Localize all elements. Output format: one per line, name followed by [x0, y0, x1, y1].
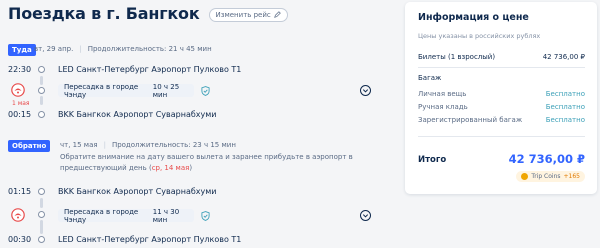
change-trip-button[interactable]: Изменить рейс [208, 7, 288, 22]
timeline-line [40, 96, 43, 105]
coins-value: +165 [563, 173, 580, 180]
price-info-card: Информация о цене Цены указаны в российс… [405, 2, 597, 194]
outbound-transfer-duration: 10 ч 25 мин [152, 82, 180, 99]
outbound-expand-button[interactable] [360, 85, 371, 96]
baggage-row: Личная вещь Бесплатно [418, 90, 585, 98]
arrival-dot [38, 111, 45, 118]
return-expand-button[interactable] [360, 210, 371, 221]
notice-end: ) [189, 164, 193, 172]
outbound-transfer-pill[interactable]: Пересадка в городе Чэнду 10 ч 25 мин [58, 82, 194, 99]
baggage-value: Бесплатно [545, 103, 585, 111]
return-transfer-city: Пересадка в городе Чэнду [64, 207, 139, 224]
chevron-down-icon [362, 89, 369, 93]
transfer-dot [38, 211, 45, 218]
return-meta: чт, 15 мая | Продолжительность: 23 ч 15 … [60, 141, 236, 149]
return-departure-time: 01:15 [8, 187, 32, 196]
return-duration: Продолжительность: 23 ч 15 мин [111, 141, 236, 149]
outbound-arrival-airport: BKK Бангкок Аэропорт Суварнабхуми [58, 110, 217, 119]
return-date: чт, 15 мая [60, 141, 98, 149]
meta-separator: | [103, 141, 106, 149]
arrival-dot [38, 236, 45, 243]
coins-label: Trip Coins [531, 173, 561, 180]
outbound-transfer-city: Пересадка в городе Чэнду [64, 82, 139, 99]
change-trip-label: Изменить рейс [215, 10, 271, 19]
outbound-departure-time: 22:30 [8, 65, 32, 74]
departure-dot [38, 188, 45, 195]
price-card-title: Информация о цене [418, 12, 529, 23]
return-tag: Обратно [8, 140, 51, 152]
outbound-tag: Туда [8, 44, 36, 56]
trip-header: Поездка в г. Бангкок Изменить рейс [8, 4, 288, 23]
coin-icon [521, 173, 529, 180]
shield-icon [201, 211, 210, 221]
trip-coins-badge: Trip Coins +165 [516, 171, 585, 182]
airline-logo-icon [11, 208, 25, 222]
departure-dot [38, 66, 45, 73]
outbound-duration: Продолжительность: 21 ч 45 мин [87, 45, 212, 53]
outbound-arrival-time: 00:15 [8, 110, 32, 119]
baggage-value: Бесплатно [545, 116, 585, 124]
return-transfer-duration: 11 ч 30 мин [152, 207, 180, 224]
divider [418, 67, 585, 68]
arrival-date-note: 1 мая [12, 100, 30, 107]
tickets-row: Билеты (1 взрослый) 42 736,00 ₽ [418, 53, 585, 61]
baggage-label: Личная вещь [418, 90, 467, 98]
transfer-dot [38, 87, 45, 94]
timeline-line [40, 76, 43, 85]
outbound-meta: вт, 29 апр. | Продолжительность: 21 ч 45… [34, 45, 212, 53]
return-arrival-time: 00:30 [8, 235, 32, 244]
timeline-line [40, 220, 43, 234]
return-transfer-pill[interactable]: Пересадка в городе Чэнду 11 ч 30 мин [58, 207, 194, 224]
notice-date: ср, 14 мая [151, 164, 190, 172]
price-card-subtitle: Цены указаны в российских рублях [418, 32, 541, 40]
date-notice: Обратите внимание на дату вашего вылета … [60, 152, 400, 174]
outbound-date: вт, 29 апр. [34, 45, 74, 53]
timeline-line [40, 198, 43, 208]
shield-icon [201, 86, 210, 96]
total-label: Итого [418, 155, 447, 165]
tickets-label: Билеты (1 взрослый) [418, 53, 496, 61]
baggage-heading-row: Багаж [418, 74, 585, 82]
total-price: 42 736,00 ₽ [508, 152, 585, 166]
baggage-row: Зарегистрированный багаж Бесплатно [418, 116, 585, 124]
tickets-value: 42 736,00 ₽ [542, 53, 585, 61]
chevron-down-icon [362, 214, 369, 218]
return-arrival-airport: LED Санкт-Петербург Аэропорт Пулково Т1 [58, 235, 242, 244]
meta-separator: | [79, 45, 82, 53]
page-title: Поездка в г. Бангкок [8, 4, 200, 23]
baggage-label: Зарегистрированный багаж [418, 116, 523, 124]
divider [418, 136, 585, 137]
outbound-departure-airport: LED Санкт-Петербург Аэропорт Пулково Т1 [58, 65, 242, 74]
baggage-value: Бесплатно [545, 90, 585, 98]
edit-icon [273, 11, 281, 18]
return-departure-airport: BKK Бангкок Аэропорт Суварнабхуми [58, 187, 217, 196]
airline-logo-icon [11, 83, 25, 97]
baggage-heading: Багаж [418, 74, 442, 82]
notice-text: Обратите внимание на дату вашего вылета … [60, 153, 353, 172]
baggage-label: Ручная кладь [418, 103, 468, 111]
baggage-row: Ручная кладь Бесплатно [418, 103, 585, 111]
